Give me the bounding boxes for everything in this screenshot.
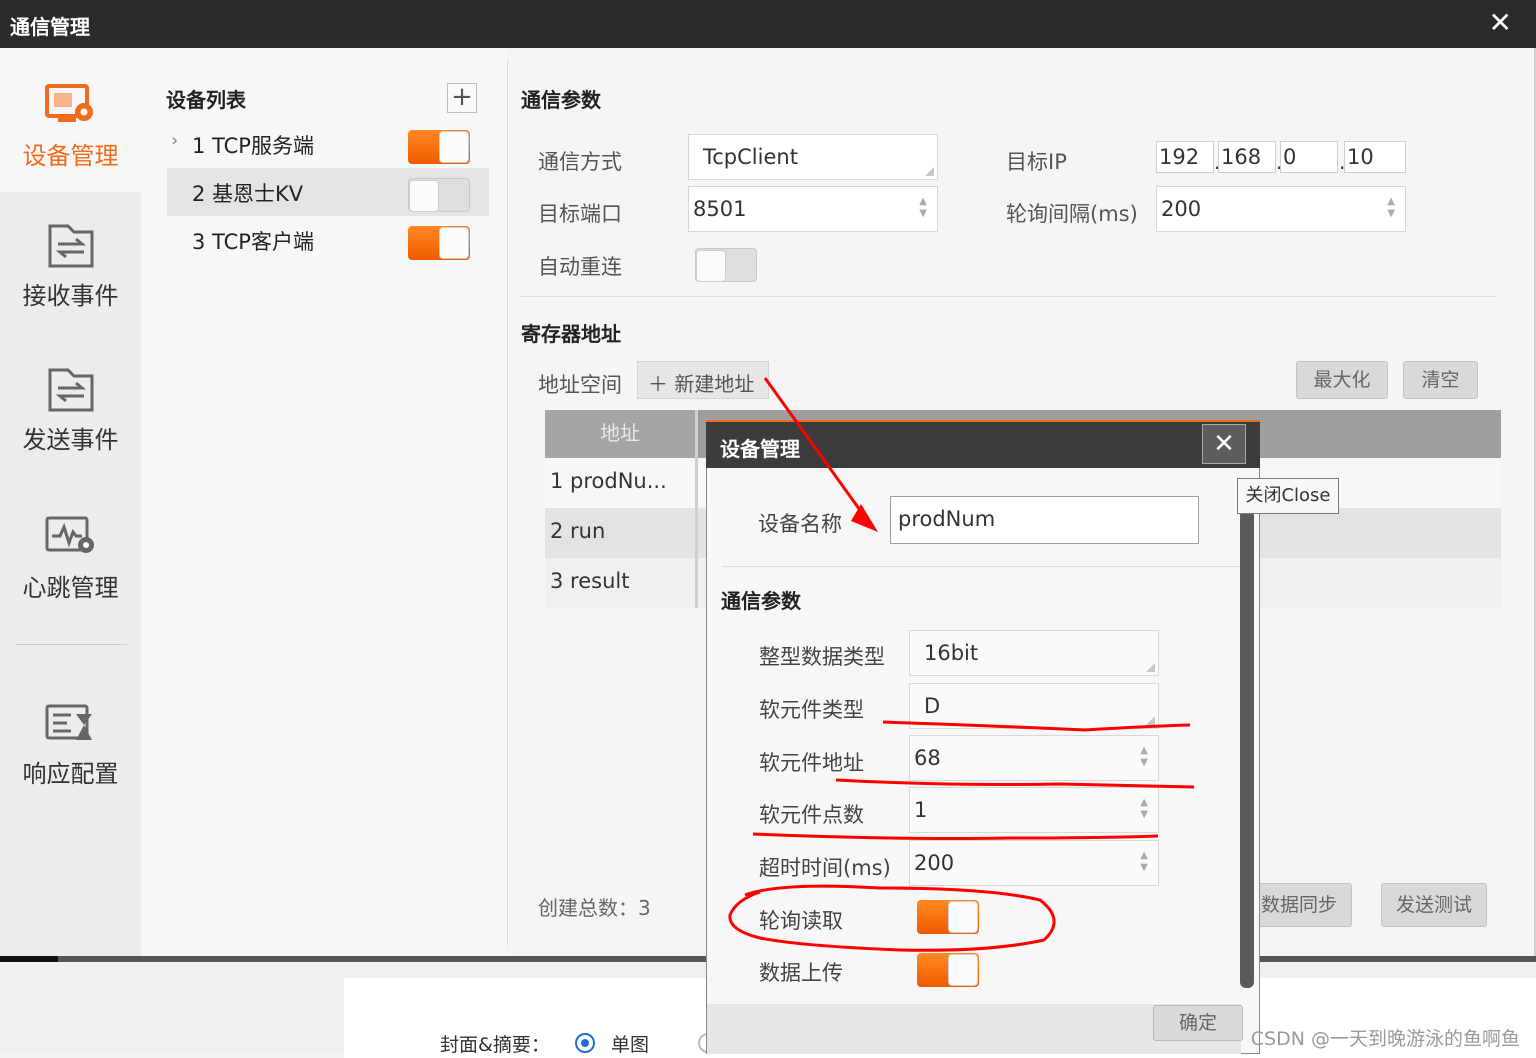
spinner-icon[interactable]: ▲ ▼ (1140, 797, 1148, 821)
send-test-button[interactable]: 发送测试 (1381, 883, 1487, 927)
sidebar-item-receive-event[interactable]: 接收事件 (0, 222, 141, 311)
poll-interval-value: 200 (1161, 197, 1202, 221)
sidebar-item-label: 接收事件 (22, 282, 119, 310)
send-event-icon (48, 368, 93, 412)
spinner-icon[interactable]: ▲ ▼ (919, 196, 927, 220)
comm-mode-value: TcpClient (703, 145, 798, 169)
created-count: 创建总数：3 (538, 896, 651, 920)
dialog-divider (722, 566, 1240, 567)
ip-octet-2[interactable]: 168 (1218, 141, 1276, 173)
new-address-button[interactable]: ＋ 新建地址 (637, 361, 769, 399)
ip-octet-3[interactable]: 0 (1280, 141, 1338, 173)
sidebar-divider (16, 644, 127, 645)
dialog-close-button[interactable]: ✕ (1202, 424, 1246, 464)
target-ip-label: 目标IP (1006, 150, 1067, 174)
element-address-input[interactable]: 68 ▲ ▼ (909, 735, 1159, 781)
add-device-button[interactable]: + (447, 83, 477, 113)
poll-interval-input[interactable]: 200 ▲ ▼ (1156, 186, 1406, 232)
poll-interval-label: 轮询间隔(ms) (1006, 202, 1138, 226)
target-port-label: 目标端口 (538, 202, 622, 226)
element-type-label: 软元件类型 (759, 698, 864, 722)
sidebar-item-label: 响应配置 (22, 760, 119, 788)
sidebar-item-label: 设备管理 (22, 142, 119, 170)
plus-icon: ＋ (648, 372, 668, 396)
auto-reconnect-label: 自动重连 (538, 255, 622, 279)
element-address-value: 68 (914, 746, 941, 770)
element-type-value: D (924, 694, 941, 718)
section-divider (521, 296, 1496, 297)
table-cell: 3 result (550, 569, 630, 593)
comm-mode-label: 通信方式 (538, 150, 622, 174)
auto-reconnect-toggle[interactable] (695, 248, 757, 282)
title-bar: 通信管理 ✕ (0, 0, 1536, 48)
spinner-icon[interactable]: ▲ ▼ (1140, 850, 1148, 874)
window-title: 通信管理 (10, 15, 90, 39)
comm-params-title: 通信参数 (521, 88, 601, 112)
address-column-header: 地址 (545, 410, 695, 458)
timeout-label: 超时时间(ms) (759, 856, 891, 880)
table-cell: 2 run (550, 519, 606, 543)
data-upload-toggle[interactable] (917, 953, 979, 987)
int-type-select[interactable]: 16bit (909, 630, 1159, 676)
timeout-value: 200 (914, 851, 955, 875)
poll-read-label: 轮询读取 (759, 909, 843, 933)
device-toggle-tcp-client[interactable] (408, 226, 470, 260)
device-item-label: 2 基恩士KV (192, 182, 304, 206)
element-count-label: 软元件点数 (759, 803, 864, 827)
heartbeat-icon (45, 516, 94, 553)
spinner-icon[interactable]: ▲ ▼ (1140, 745, 1148, 769)
data-sync-button[interactable]: 数据同步 (1246, 883, 1352, 927)
int-type-label: 整型数据类型 (759, 645, 885, 669)
window-close-button[interactable]: ✕ (1489, 8, 1512, 38)
dialog-header: 设备管理 (706, 420, 1260, 468)
ip-octet-4[interactable]: 10 (1344, 141, 1406, 173)
ok-button[interactable]: 确定 (1153, 1005, 1243, 1041)
sidebar-item-heartbeat[interactable]: 心跳管理 (0, 514, 141, 603)
receive-event-icon (48, 224, 93, 268)
data-upload-label: 数据上传 (759, 961, 843, 985)
dialog-scrollbar[interactable] (1240, 510, 1254, 988)
sidebar-item-send-event[interactable]: 发送事件 (0, 366, 141, 455)
element-type-select[interactable]: D (909, 683, 1159, 729)
maximize-button[interactable]: 最大化 (1296, 361, 1388, 399)
sidebar-item-label: 心跳管理 (22, 574, 119, 602)
device-item-label: 3 TCP客户端 (192, 230, 314, 254)
address-space-label: 地址空间 (538, 373, 622, 397)
element-count-input[interactable]: 1 ▲ ▼ (909, 787, 1159, 833)
dialog-title: 设备管理 (720, 437, 800, 461)
sidebar-item-label: 发送事件 (22, 426, 119, 454)
sidebar-item-device-management[interactable]: 设备管理 (0, 48, 141, 192)
device-item-label: 1 TCP服务端 (192, 134, 314, 158)
timeout-input[interactable]: 200 ▲ ▼ (909, 840, 1159, 886)
watermark: CSDN @一天到晚游泳的鱼啊鱼 (1250, 1028, 1520, 1050)
device-name-input[interactable]: prodNum (890, 496, 1199, 544)
single-image-option: 单图 (611, 1034, 650, 1056)
int-type-value: 16bit (924, 641, 979, 665)
target-port-input[interactable]: 8501 ▲ ▼ (688, 186, 938, 232)
poll-read-toggle[interactable] (917, 900, 979, 934)
device-name-label: 设备名称 (758, 512, 842, 536)
element-count-value: 1 (914, 798, 928, 822)
chevron-right-icon: › (171, 130, 179, 151)
comm-mode-select[interactable]: TcpClient (688, 134, 938, 180)
response-config-icon (45, 704, 92, 740)
new-address-label: 新建地址 (674, 372, 755, 396)
device-settings-icon (44, 84, 93, 122)
element-address-label: 软元件地址 (759, 751, 864, 775)
target-port-value: 8501 (693, 197, 747, 221)
ip-octet-1[interactable]: 192 (1156, 141, 1214, 173)
dialog-comm-params-title: 通信参数 (721, 589, 801, 613)
device-name-value: prodNum (898, 507, 996, 531)
device-list-title: 设备列表 (166, 88, 246, 112)
cover-summary-label: 封面&摘要： (440, 1034, 550, 1056)
register-address-title: 寄存器地址 (521, 322, 621, 346)
clear-button[interactable]: 清空 (1403, 361, 1478, 399)
table-cell: 1 prodNu... (550, 469, 667, 493)
sidebar-item-response-config[interactable]: 响应配置 (0, 700, 141, 789)
device-toggle-keyence-kv[interactable] (408, 178, 470, 212)
single-image-radio[interactable] (575, 1033, 595, 1053)
close-tooltip: 关闭Close (1237, 478, 1339, 514)
spinner-icon[interactable]: ▲ ▼ (1387, 196, 1395, 220)
device-toggle-tcp-server[interactable] (408, 130, 470, 164)
